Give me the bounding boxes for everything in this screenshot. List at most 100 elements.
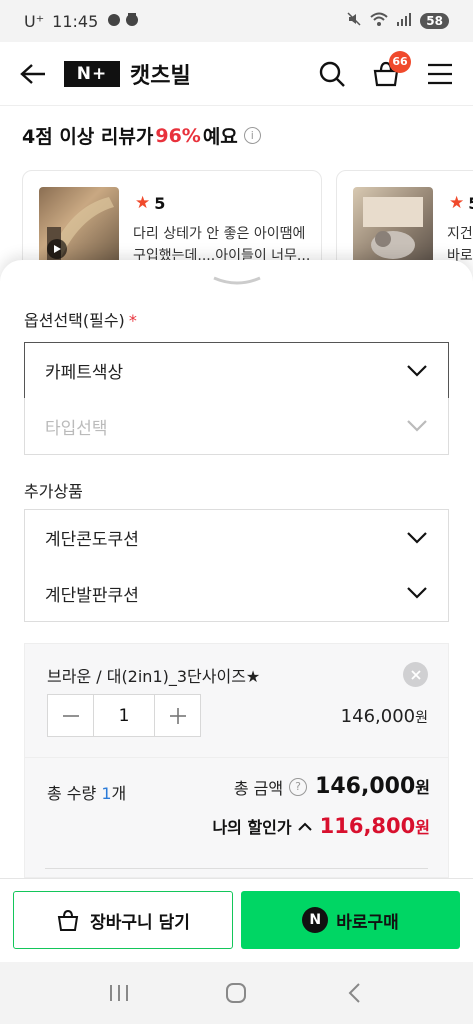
option-label-text: 옵션선택(필수)	[24, 311, 125, 330]
sheet-collapse-handle[interactable]	[212, 274, 262, 290]
add-to-cart-button[interactable]: 장바구니 담기	[13, 891, 233, 949]
system-nav-bar	[0, 962, 473, 1024]
item-price-value: 146,000	[340, 706, 416, 727]
wifi-icon	[370, 11, 388, 31]
total-amount-value: 146,000	[315, 774, 416, 799]
option-section-label: 옵션선택(필수) *	[24, 307, 137, 331]
option-bottom-sheet: 옵션선택(필수) * 카페트색상 타입선택 추가상품 계단콘도쿠션 계단발판쿠션 …	[0, 260, 473, 878]
total-amount: 146,000원	[315, 774, 430, 799]
select-label: 타입선택	[45, 418, 108, 439]
discount-label-text: 나의 할인가	[212, 818, 292, 837]
review-title-prefix: 4점 이상 리뷰가	[22, 126, 154, 148]
select-label: 카페트색상	[45, 363, 124, 383]
purchase-action-bar: 장바구니 담기 N 바로구매	[0, 878, 473, 962]
recent-apps-button[interactable]	[104, 978, 134, 1008]
store-name[interactable]: 캣츠빌	[130, 58, 191, 90]
home-button[interactable]	[221, 978, 251, 1008]
discount-label[interactable]: 나의 할인가	[212, 814, 312, 838]
notification-icon	[106, 11, 142, 31]
rating-value: 5	[468, 194, 473, 213]
type-select[interactable]: 타입선택	[24, 398, 449, 455]
chevron-down-icon	[407, 531, 427, 544]
shopping-bag-icon	[57, 909, 79, 931]
signal-icon	[396, 12, 412, 30]
select-label: 계단발판쿠션	[45, 585, 139, 606]
review-percent: 96%	[155, 124, 201, 147]
stair-condo-cushion-select[interactable]: 계단콘도쿠션	[24, 509, 449, 566]
back-chevron-icon	[348, 983, 360, 1003]
system-back-button[interactable]	[339, 978, 369, 1008]
review-photo[interactable]	[353, 187, 433, 267]
search-icon	[319, 61, 345, 87]
mute-icon	[346, 11, 362, 31]
chevron-down-icon	[407, 587, 427, 599]
review-title-suffix: 예요	[202, 126, 238, 148]
total-amount-row: 총 금액 ? 146,000원	[234, 774, 430, 799]
battery-indicator: 58	[420, 13, 449, 29]
chevron-down-icon	[407, 364, 427, 377]
rating-value: 5	[154, 193, 166, 213]
recent-apps-icon	[109, 985, 128, 1001]
header-actions: 66	[317, 50, 455, 89]
total-quantity: 총 수량 1개	[47, 780, 126, 804]
quantity-value[interactable]: 1	[93, 695, 155, 736]
help-icon[interactable]: ?	[289, 777, 308, 796]
review-rating: ★ 5	[449, 193, 473, 213]
decrease-quantity-button[interactable]	[48, 695, 93, 736]
total-qty-label: 총 수량	[47, 784, 102, 803]
review-rating: ★ 5	[135, 193, 165, 213]
play-icon[interactable]	[47, 239, 67, 259]
naver-plus-logo[interactable]: N+	[64, 60, 120, 87]
cart-count-badge: 66	[389, 50, 411, 73]
discount-price-value: 116,800	[319, 814, 416, 838]
discount-price: 116,800원	[320, 814, 430, 838]
currency-unit: 원	[415, 710, 428, 726]
selected-option-name: 브라운 / 대(2in1)_3단사이즈★	[47, 667, 261, 686]
chevron-down-icon	[407, 420, 427, 432]
order-summary: 총 수량 1개 총 금액 ? 146,000원 나의 할인가 116,800원	[24, 758, 449, 878]
required-mark: *	[128, 311, 137, 330]
discount-row[interactable]: 나의 할인가 116,800원	[212, 814, 430, 838]
total-amount-label: 총 금액 ?	[233, 775, 308, 799]
total-amount-label-text: 총 금액	[233, 778, 284, 798]
menu-button[interactable]	[425, 59, 455, 89]
add-to-cart-label: 장바구니 담기	[90, 912, 190, 933]
carrier-label: U⁺	[24, 11, 45, 31]
quantity-stepper: 1	[47, 694, 201, 737]
divider	[45, 868, 428, 869]
currency-unit: 원	[415, 778, 430, 797]
star-icon: ★	[135, 193, 151, 213]
increase-quantity-button[interactable]	[155, 695, 200, 736]
remove-option-button[interactable]	[403, 662, 428, 687]
plus-icon	[169, 707, 186, 724]
search-button[interactable]	[317, 59, 347, 89]
star-icon: ★	[449, 193, 465, 213]
cart-button[interactable]: 66	[371, 50, 411, 89]
app-header: N+ 캣츠빌 66	[0, 42, 473, 106]
status-bar: U⁺ 11:45 58	[0, 0, 473, 42]
naver-pay-icon: N	[302, 907, 329, 933]
status-left: U⁺ 11:45	[24, 11, 142, 31]
info-icon[interactable]: i	[243, 127, 261, 144]
review-photo[interactable]	[39, 187, 119, 267]
clock: 11:45	[52, 11, 99, 31]
select-label: 계단콘도쿠션	[45, 530, 139, 550]
back-arrow-icon	[20, 63, 45, 84]
hamburger-icon	[428, 63, 452, 84]
total-qty-unit: 개	[111, 784, 127, 803]
selected-option-item: 브라운 / 대(2in1)_3단사이즈★ 1 146,000원	[24, 643, 449, 758]
review-section: 4점 이상 리뷰가 96% 예요 i ★ 5 다리 상테가 안 좋은 아이땜에 …	[0, 106, 473, 300]
item-price: 146,000원	[341, 706, 428, 727]
back-button[interactable]	[18, 59, 48, 89]
buy-now-label: 바로구매	[336, 912, 399, 933]
close-icon	[410, 669, 421, 680]
review-title: 4점 이상 리뷰가 96% 예요 i	[22, 122, 261, 149]
home-icon	[226, 983, 247, 1003]
chevron-up-icon	[297, 822, 312, 831]
total-qty-number: 1	[101, 784, 112, 803]
buy-now-button[interactable]: N 바로구매	[241, 891, 460, 949]
carpet-color-select[interactable]: 카페트색상	[24, 342, 449, 399]
currency-unit: 원	[415, 818, 430, 837]
stair-step-cushion-select[interactable]: 계단발판쿠션	[24, 565, 449, 622]
minus-icon	[62, 714, 79, 717]
